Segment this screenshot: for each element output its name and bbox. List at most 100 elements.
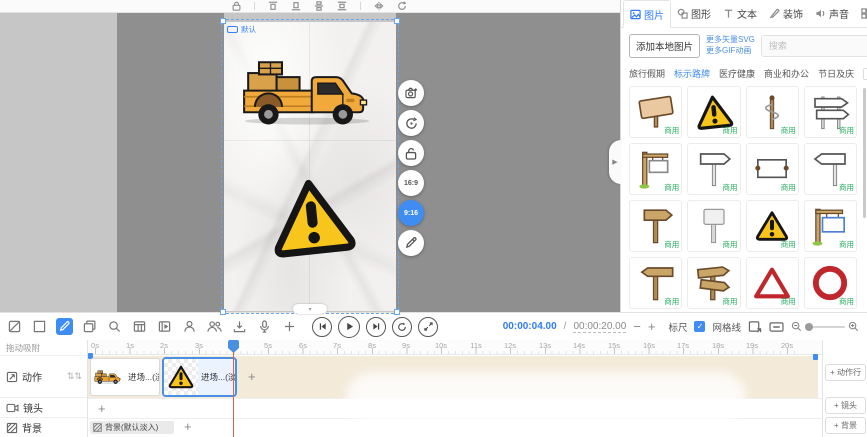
layers-icon[interactable]	[81, 318, 98, 335]
zoom-knob[interactable]	[805, 323, 813, 331]
warning-triangle-image[interactable]	[265, 168, 360, 266]
asset-swirl-arrow-pole[interactable]: 商用	[746, 86, 799, 138]
tab-image[interactable]: 图片	[623, 0, 671, 28]
scene-manager-icon[interactable]	[6, 318, 23, 335]
asset-pole-hanging-frame[interactable]: 商用	[629, 143, 682, 195]
panel-scrollbar[interactable]	[863, 88, 866, 218]
tab-text[interactable]: 文本	[717, 0, 763, 27]
add-camera-clip-button[interactable]: +	[98, 402, 106, 415]
asset-rect-frame-sign[interactable]: 商用	[746, 143, 799, 195]
asset-hanging-blue-frame-sign[interactable]: 商用	[804, 200, 857, 252]
gridlines-label[interactable]: 网格线	[712, 320, 741, 334]
tab-material-library[interactable]: 素材库	[855, 0, 867, 27]
minimap-icon[interactable]	[769, 321, 784, 333]
asset-warning-triangle-sign[interactable]: 商用	[687, 86, 740, 138]
drag-snap-label[interactable]: 拖动吸附	[0, 340, 87, 356]
scene-end-marker[interactable]	[813, 354, 818, 360]
tab-decoration[interactable]: 装饰	[763, 0, 809, 27]
category-medical[interactable]: 医疗健康	[719, 67, 755, 80]
asset-wooden-cross-sign[interactable]: 商用	[629, 257, 682, 309]
panel-collapse-handle[interactable]: ▶	[609, 140, 621, 184]
gridlines-checkbox[interactable]: ✓	[694, 321, 705, 332]
add-action-clip-button[interactable]: +	[248, 370, 256, 383]
characters-icon[interactable]	[206, 318, 223, 335]
duration-decrease-button[interactable]: −	[633, 320, 641, 333]
timeline-ruler[interactable]: 0s 1s 2s 3s 4s 5s 6s 7s 8s 9s 10s 11s 12…	[88, 340, 822, 355]
loop-rotate-button[interactable]	[398, 110, 424, 136]
import-icon[interactable]	[231, 318, 248, 335]
asset-wooden-multi-arrow-sign[interactable]: 商用	[687, 257, 740, 309]
add-background-clip-button[interactable]: +	[184, 420, 192, 433]
ratio-9-16-button[interactable]: 9:16	[398, 200, 424, 226]
duration-increase-button[interactable]: +	[648, 320, 656, 333]
skip-start-button[interactable]	[312, 317, 332, 337]
storyboard-icon[interactable]	[131, 318, 148, 335]
edit-pencil-button[interactable]	[398, 230, 424, 256]
asset-red-circle-sign[interactable]: 商用	[804, 257, 857, 309]
clip-warning-enter-selected[interactable]: 进场...(淡)	[162, 357, 237, 397]
resize-handle[interactable]	[394, 18, 400, 24]
slide-icon[interactable]	[156, 318, 173, 335]
zoom-in-icon[interactable]	[848, 321, 859, 332]
microphone-icon[interactable]	[256, 318, 273, 335]
tab-sound[interactable]: 声音	[809, 0, 855, 27]
search-input[interactable]	[767, 40, 867, 52]
background-clip[interactable]: 背景(默认淡入)	[90, 421, 174, 434]
loop-button[interactable]	[392, 317, 412, 337]
character-icon[interactable]	[181, 318, 198, 335]
resize-handle[interactable]	[394, 309, 400, 315]
snapshot-camera-button[interactable]	[398, 80, 424, 106]
asset-arrow-signpost-left[interactable]: 商用	[804, 143, 857, 195]
time-total[interactable]: 00:00:20.00	[573, 321, 626, 333]
ruler-toggle[interactable]: 标尺	[668, 320, 687, 334]
add-local-image-button[interactable]: 添加本地图片	[629, 34, 700, 58]
category-festival[interactable]: 节日及庆	[818, 67, 854, 80]
add-action-row-button[interactable]: + 动作行	[825, 364, 866, 381]
pointer-icon[interactable]	[281, 318, 298, 335]
zoom-out-icon[interactable]	[791, 321, 802, 332]
ratio-16-9-button[interactable]: 16:9	[398, 170, 424, 196]
scene-canvas[interactable]: 默认 ▾	[224, 22, 396, 311]
draw-pen-icon[interactable]	[56, 318, 73, 335]
new-scene-icon[interactable]	[31, 318, 48, 335]
category-travel[interactable]: 旅行假期	[629, 67, 665, 80]
asset-wooden-arrow-sign[interactable]: 商用	[629, 200, 682, 252]
frame-export-icon[interactable]	[748, 320, 762, 333]
align-bottom-icon[interactable]	[314, 1, 324, 11]
align-middle-icon[interactable]	[291, 1, 301, 11]
canvas-collapse-tab[interactable]: ▾	[293, 304, 327, 314]
magnifier-icon[interactable]	[106, 318, 123, 335]
asset-arrow-signpost[interactable]: 商用	[687, 143, 740, 195]
add-camera-row-button[interactable]: + 镜头	[825, 397, 866, 414]
resize-handle[interactable]	[220, 309, 226, 315]
play-button[interactable]	[338, 316, 360, 338]
track-drag-handle[interactable]: ⇅⇅	[67, 371, 82, 382]
asset-wooden-board-sign[interactable]: 商用	[629, 86, 682, 138]
tab-shapes[interactable]: 图形	[671, 0, 717, 27]
lock-icon[interactable]	[232, 1, 241, 11]
resize-handle[interactable]	[220, 18, 226, 24]
add-background-row-button[interactable]: + 背景	[825, 417, 866, 434]
track-label-camera[interactable]: 镜头	[0, 398, 87, 418]
skip-end-button[interactable]	[366, 317, 386, 337]
more-svg-link[interactable]: 更多矢量SVG	[706, 35, 755, 46]
distribute-vertical-icon[interactable]	[337, 1, 347, 11]
rotate-icon[interactable]	[397, 1, 407, 11]
asset-blank-square-sign[interactable]: 商用	[687, 200, 740, 252]
align-top-icon[interactable]	[268, 1, 278, 11]
asset-red-triangle-sign[interactable]: 商用	[746, 257, 799, 309]
asset-warning-triangle-sign-2[interactable]: 商用	[746, 200, 799, 252]
more-gif-link[interactable]: 更多GIF动画	[706, 46, 755, 57]
category-signs[interactable]: 标示路牌	[674, 67, 710, 80]
category-prev-icon[interactable]: ‹	[863, 68, 867, 80]
zoom-track[interactable]	[805, 326, 845, 328]
fullscreen-button[interactable]	[418, 317, 438, 337]
track-label-action[interactable]: 动作 ⇅⇅	[0, 356, 87, 398]
flip-horizontal-icon[interactable]	[374, 1, 384, 11]
track-label-background[interactable]: 背景	[0, 418, 87, 437]
asset-double-arrow-signpost[interactable]: 商用	[804, 86, 857, 138]
truck-image[interactable]	[236, 58, 378, 126]
clip-truck-enter[interactable]: 进场...(淡)	[90, 358, 160, 396]
unlock-button[interactable]	[398, 140, 424, 166]
category-business[interactable]: 商业和办公	[764, 67, 809, 80]
